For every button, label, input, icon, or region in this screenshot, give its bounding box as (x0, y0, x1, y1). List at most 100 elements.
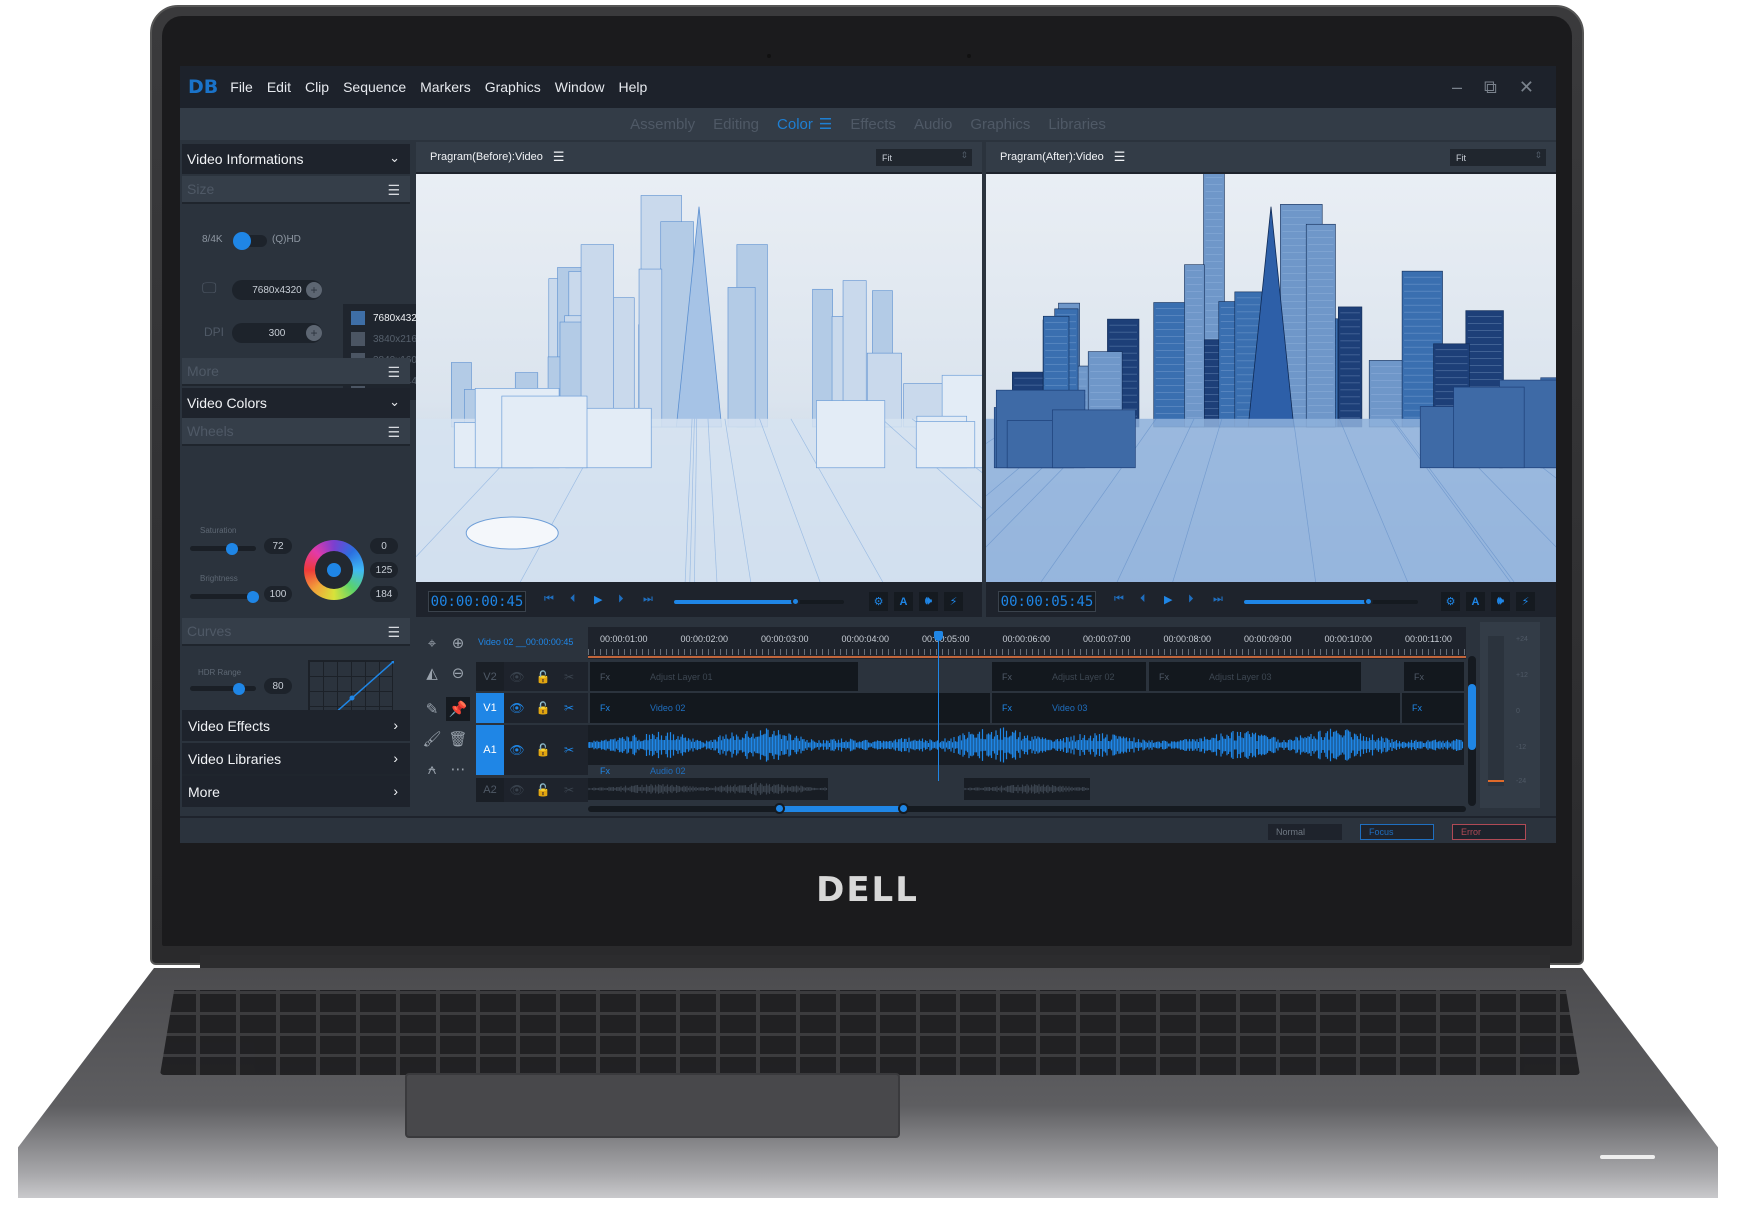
plus-icon[interactable]: + (306, 325, 322, 341)
skip-to-end-icon[interactable]: ⏭ (1213, 593, 1223, 606)
tab-graphics[interactable]: Graphics (970, 116, 1030, 133)
trash-icon[interactable]: 🗑 (446, 727, 470, 751)
play-icon[interactable]: ▶ (594, 593, 602, 606)
slider-knob[interactable] (246, 591, 259, 603)
menu-graphics[interactable]: Graphics (485, 79, 541, 95)
nav-video-effects[interactable]: Video Effects › (182, 710, 410, 741)
menu-sequence[interactable]: Sequence (343, 79, 406, 95)
tools-icon[interactable]: ✂ (556, 783, 582, 797)
eye-icon[interactable]: 👁 (504, 670, 530, 684)
ripple-icon[interactable]: ◭ (420, 661, 444, 685)
status-error[interactable]: Error (1452, 824, 1526, 840)
lock-icon[interactable]: 🔓 (530, 743, 556, 757)
clip-video-02[interactable]: Fx Video 02 (590, 693, 990, 723)
nav-more[interactable]: More › (182, 776, 410, 807)
resolution-option[interactable]: 7680x4320 (351, 308, 423, 328)
menu-help[interactable]: Help (619, 79, 648, 95)
clip-video-03[interactable]: Fx Video 03 (992, 693, 1400, 723)
skip-to-start-icon[interactable]: ⏮ (544, 593, 554, 606)
step-back-icon[interactable]: ⏴ (570, 593, 576, 606)
track-height-scrollbar[interactable] (1468, 656, 1476, 806)
tab-libraries[interactable]: Libraries (1048, 116, 1106, 133)
volume-icon[interactable]: 🕪 (919, 592, 938, 611)
clip-video[interactable]: Fx (1402, 693, 1464, 723)
pen-icon[interactable]: ✎ (420, 697, 444, 721)
resolution-option[interactable]: 3840x2160 (351, 329, 423, 349)
audio-waveform-a1[interactable] (588, 725, 1464, 765)
saturation-slider[interactable] (190, 543, 256, 555)
hamburger-icon[interactable]: ☰ (387, 624, 400, 641)
menu-window[interactable]: Window (555, 79, 605, 95)
clip-adjust-layer[interactable]: Fx (1404, 662, 1464, 691)
video-colors-header[interactable]: Video Colors ⌄ (182, 388, 410, 418)
zoom-out-icon[interactable]: ⊖ (446, 661, 470, 685)
minimize-button[interactable]: – (1452, 77, 1462, 98)
effects-icon[interactable]: ⚡ (944, 592, 963, 611)
clip-adjust-layer-01[interactable]: Fx Adjust Layer 01 (590, 662, 858, 691)
fit-selection-icon[interactable]: ⌖ (420, 631, 444, 655)
fit-select[interactable]: Fit ⇕ (876, 149, 972, 166)
tab-editing[interactable]: Editing (713, 116, 759, 133)
scroll-thumb[interactable] (1468, 684, 1476, 750)
slider-knob[interactable] (232, 683, 245, 695)
settings-icon[interactable]: ⚙ (869, 592, 888, 611)
eye-icon[interactable]: 👁 (504, 783, 530, 797)
close-button[interactable]: ✕ (1519, 77, 1534, 98)
step-forward-icon[interactable]: ⏵ (1188, 593, 1194, 606)
track-name[interactable]: V2 (476, 662, 504, 691)
eye-icon[interactable]: 👁 (504, 743, 530, 757)
hamburger-icon[interactable]: ☰ (387, 364, 400, 381)
menu-file[interactable]: File (230, 79, 253, 95)
plus-icon[interactable]: + (306, 282, 322, 298)
hamburger-icon[interactable]: ☰ (387, 424, 400, 441)
lock-icon[interactable]: 🔓 (530, 701, 556, 715)
lock-icon[interactable]: 🔓 (530, 783, 556, 797)
skip-to-start-icon[interactable]: ⏮ (1114, 593, 1124, 606)
tools-icon[interactable]: ✂ (556, 670, 582, 684)
scroll-handle-left[interactable] (774, 803, 785, 814)
tab-effects[interactable]: Effects (850, 116, 896, 133)
tools-icon[interactable]: ✂ (556, 701, 582, 715)
restore-button[interactable]: ⧉ (1484, 77, 1497, 98)
volume-icon[interactable]: 🕪 (1491, 592, 1510, 611)
effects-icon[interactable]: ⚡ (1516, 592, 1535, 611)
playback-progress[interactable] (1244, 597, 1418, 606)
playhead[interactable] (934, 631, 943, 781)
scroll-thumb[interactable] (780, 806, 904, 812)
more-icon[interactable]: ⋯ (446, 757, 470, 781)
clip-audio-02[interactable]: Fx Audio 02 (590, 765, 1466, 776)
lock-icon[interactable]: 🔓 (530, 670, 556, 684)
eye-icon[interactable]: 👁 (504, 701, 530, 715)
text-icon[interactable]: A (1466, 592, 1485, 611)
brightness-slider[interactable] (190, 591, 259, 603)
progress-knob[interactable] (790, 597, 800, 606)
track-name[interactable]: A2 (476, 778, 504, 802)
status-focus[interactable]: Focus (1360, 824, 1434, 840)
tab-assembly[interactable]: Assembly (630, 116, 695, 133)
time-ruler[interactable]: 00:00:01:00 00:00:02:00 00:00:03:00 00:00:0… (588, 627, 1466, 659)
nav-video-libraries[interactable]: Video Libraries › (182, 743, 410, 774)
color-wheel-handle[interactable] (327, 563, 341, 577)
fit-select[interactable]: Fit ⇕ (1450, 149, 1546, 166)
status-normal[interactable]: Normal (1268, 824, 1342, 840)
hamburger-icon[interactable]: ☰ (1114, 149, 1126, 165)
track-name[interactable]: V1 (476, 693, 504, 723)
tools-icon[interactable]: ✂ (556, 743, 582, 757)
menu-markers[interactable]: Markers (420, 79, 471, 95)
slider-knob[interactable] (226, 543, 239, 555)
step-back-icon[interactable]: ⏴ (1140, 593, 1146, 606)
hamburger-icon[interactable]: ☰ (387, 182, 400, 199)
tab-color[interactable]: Color ☰ (777, 115, 832, 133)
compass-icon[interactable]: ⍲ (420, 757, 444, 781)
menu-edit[interactable]: Edit (267, 79, 291, 95)
clip-adjust-layer-02[interactable]: Fx Adjust Layer 02 (992, 662, 1146, 691)
brush-icon[interactable]: 🖌 (420, 727, 444, 751)
menu-clip[interactable]: Clip (305, 79, 329, 95)
text-icon[interactable]: A (894, 592, 913, 611)
resolution-toggle[interactable] (233, 232, 267, 250)
hdr-range-slider[interactable] (190, 683, 256, 695)
settings-icon[interactable]: ⚙ (1441, 592, 1460, 611)
skip-to-end-icon[interactable]: ⏭ (643, 593, 653, 606)
zoom-in-icon[interactable]: ⊕ (446, 631, 470, 655)
timeline-scrollbar[interactable] (588, 803, 1466, 814)
